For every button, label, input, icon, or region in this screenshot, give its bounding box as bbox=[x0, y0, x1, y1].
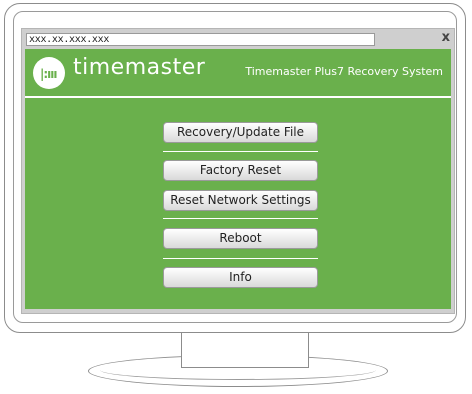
header-divider bbox=[25, 96, 451, 98]
reboot-button[interactable]: Reboot bbox=[163, 228, 318, 249]
reset-network-settings-button[interactable]: Reset Network Settings bbox=[163, 190, 318, 211]
recovery-update-file-button[interactable]: Recovery/Update File bbox=[163, 122, 318, 143]
recovery-panel: |:ııı timemaster Timemaster Plus7 Recove… bbox=[25, 49, 451, 309]
brand-name: timemaster bbox=[73, 55, 206, 80]
factory-reset-button[interactable]: Factory Reset bbox=[163, 160, 318, 181]
monitor-stand-neck bbox=[181, 330, 309, 368]
timemaster-logo-icon: |:ııı bbox=[33, 57, 65, 89]
menu-divider bbox=[163, 258, 318, 259]
info-button[interactable]: Info bbox=[163, 267, 318, 288]
menu-divider bbox=[163, 151, 318, 152]
menu-divider bbox=[163, 218, 318, 219]
close-icon[interactable]: x bbox=[442, 31, 450, 45]
monitor-screen: xxx.xx.xxx.xxx x |:ııı timemaster Timema… bbox=[21, 28, 455, 314]
logo-glyph: |:ııı bbox=[40, 67, 58, 81]
system-title: Timemaster Plus7 Recovery System bbox=[245, 65, 443, 78]
address-bar[interactable]: xxx.xx.xxx.xxx bbox=[26, 33, 375, 46]
